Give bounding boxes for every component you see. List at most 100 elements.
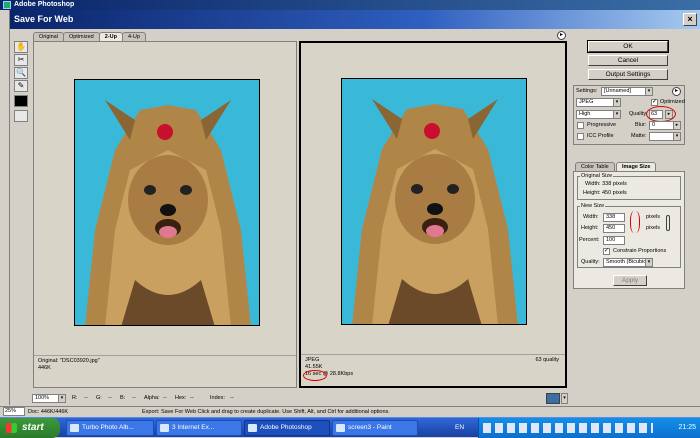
percent-label: Percent: <box>579 237 600 243</box>
compression-select[interactable]: High ▾ <box>576 110 621 119</box>
original-pane[interactable]: Original: "DSC03920.jpg" 446K <box>33 41 297 388</box>
browser-menu-button[interactable]: ▾ <box>561 393 568 404</box>
progressive-checkbox[interactable] <box>577 122 584 129</box>
original-info: Original: "DSC03920.jpg" 446K <box>34 355 296 387</box>
r-label: R: <box>72 395 78 401</box>
constrain-proportions-label: Constrain Proportions <box>613 248 667 254</box>
tab-2-up[interactable]: 2-Up <box>98 32 123 41</box>
taskbar-item-paint[interactable]: screen3 - Paint <box>332 420 418 436</box>
original-width: Width: 338 pixels <box>585 181 627 187</box>
taskbar-item-turbo-photo[interactable]: Turbo Photo Alb... <box>66 420 154 436</box>
cancel-button[interactable]: Cancel <box>588 55 668 66</box>
original-filename: Original: "DSC03920.jpg" <box>38 358 100 364</box>
interpolation-select[interactable]: Smooth (Bicubic) ▾ <box>603 258 653 267</box>
photoshop-icon <box>3 1 11 9</box>
progressive-label: Progressive <box>587 122 617 128</box>
eyedropper-color-swatch[interactable] <box>14 95 28 107</box>
optimized-pane[interactable]: JPEG 41.55K 16 sec @ 28.8Kbps 63 quality <box>299 41 567 388</box>
taskbar-item-photoshop[interactable]: Adobe Photoshop <box>244 420 330 436</box>
width-label: Width: <box>583 214 599 220</box>
photoshop-statusbar: 25% Doc: 446K/446K Export: Save For Web … <box>0 406 700 417</box>
language-indicator[interactable]: EN <box>455 418 464 438</box>
system-tray: 21:25 <box>478 418 700 438</box>
dialog-toolbox: ✋ ✂ 🔍 ✎ <box>14 41 30 122</box>
chevron-down-icon: ▾ <box>613 99 620 106</box>
ok-button[interactable]: OK <box>587 40 669 53</box>
dialog-title: Save For Web <box>14 14 74 24</box>
windows-logo-icon <box>6 423 17 433</box>
constrain-proportions-checkbox[interactable]: ✓ <box>603 248 610 255</box>
zoom-select[interactable]: 100% ▾ <box>32 394 66 403</box>
optimized-size: 41.55K <box>305 364 323 370</box>
chevron-down-icon: ▾ <box>645 259 652 266</box>
original-dog-image[interactable] <box>74 79 260 326</box>
settings-select[interactable]: [Unnamed] ▾ <box>601 87 653 96</box>
photoshop-icon <box>248 424 257 432</box>
blur-input[interactable]: 0 ▸ <box>649 121 681 130</box>
apply-button[interactable]: Apply <box>613 275 647 286</box>
ps-zoom: 25% <box>3 407 25 416</box>
link-chain-icon <box>666 215 670 231</box>
quality-label: Quality: <box>629 111 648 117</box>
new-size-title: New Size <box>580 203 606 210</box>
tab-optimized[interactable]: Optimized <box>62 32 100 41</box>
tab-color-table[interactable]: Color Table <box>575 162 615 171</box>
original-height: Height: 450 pixels <box>583 190 627 196</box>
height-value: 450 <box>606 225 616 231</box>
format-value: JPEG <box>579 99 594 105</box>
slice-select-tool-icon[interactable]: ✂ <box>14 54 28 66</box>
ps-doc-size: Doc: 446K/446K <box>28 409 69 415</box>
tray-icons[interactable] <box>483 423 653 433</box>
chevron-right-icon: ▸ <box>673 122 680 129</box>
toggle-slices-icon[interactable] <box>14 110 28 122</box>
icc-profile-checkbox[interactable] <box>577 133 584 140</box>
interpolation-value: Smooth (Bicubic) <box>606 259 648 265</box>
settings-menu-icon[interactable]: ▸ <box>672 87 681 96</box>
taskbar-item-label: screen3 - Paint <box>348 424 392 431</box>
percent-input[interactable]: 100 <box>603 236 625 245</box>
taskbar-item-label: Adobe Photoshop <box>260 424 312 431</box>
chevron-down-icon: ▾ <box>58 395 65 402</box>
zoom-tool-icon[interactable]: 🔍 <box>14 67 28 79</box>
photoshop-title: Adobe Photoshop <box>14 1 75 8</box>
hand-tool-icon[interactable]: ✋ <box>14 41 28 53</box>
output-settings-button[interactable]: Output Settings <box>588 69 668 80</box>
matte-select[interactable]: ▾ <box>649 132 681 141</box>
chevron-down-icon: ▾ <box>645 88 652 95</box>
index-value: -- <box>230 395 234 401</box>
start-label: start <box>22 422 44 433</box>
r-value: -- <box>84 395 88 401</box>
optimized-checkbox[interactable]: ✓ <box>651 99 658 106</box>
b-label: B: <box>120 395 126 401</box>
settings-value: [Unnamed] <box>604 88 631 94</box>
format-select[interactable]: JPEG ▾ <box>576 98 621 107</box>
chevron-down-icon: ▾ <box>613 111 620 118</box>
eyedropper-tool-icon[interactable]: ✎ <box>14 80 28 92</box>
compression-value: High <box>579 111 591 117</box>
close-button[interactable]: × <box>683 13 697 26</box>
alpha-value: -- <box>163 395 167 401</box>
tab-original[interactable]: Original <box>33 32 64 41</box>
optimized-dog-image[interactable] <box>341 78 527 325</box>
alpha-label: Alpha: <box>144 395 160 401</box>
g-label: G: <box>96 395 102 401</box>
blur-label: Blur: <box>635 122 647 128</box>
tab-4-up[interactable]: 4-Up <box>121 32 146 41</box>
start-button[interactable]: start <box>0 418 60 438</box>
taskbar-item-internet-explorer[interactable]: 3 Internet Ex... <box>156 420 242 436</box>
red-annotation-circle <box>303 370 327 381</box>
photoshop-toolbar <box>0 10 10 405</box>
paint-icon <box>336 424 345 432</box>
taskbar-item-label: 3 Internet Ex... <box>172 424 215 431</box>
preview-menu-icon[interactable]: ▸ <box>557 31 566 40</box>
tab-image-size[interactable]: Image Size <box>616 162 657 171</box>
original-size: 446K <box>38 365 51 371</box>
clock: 21:25 <box>678 424 696 431</box>
dialog-titlebar: Save For Web × <box>10 10 700 29</box>
height-input[interactable]: 450 <box>603 224 625 233</box>
preview-in-browser-button[interactable] <box>546 393 560 404</box>
g-value: -- <box>108 395 112 401</box>
dialog-statusbar: 100% ▾ R: -- G: -- B: -- Alpha: -- Hex: -… <box>10 393 700 405</box>
blur-value: 0 <box>652 122 656 128</box>
width-input[interactable]: 338 <box>603 213 625 222</box>
